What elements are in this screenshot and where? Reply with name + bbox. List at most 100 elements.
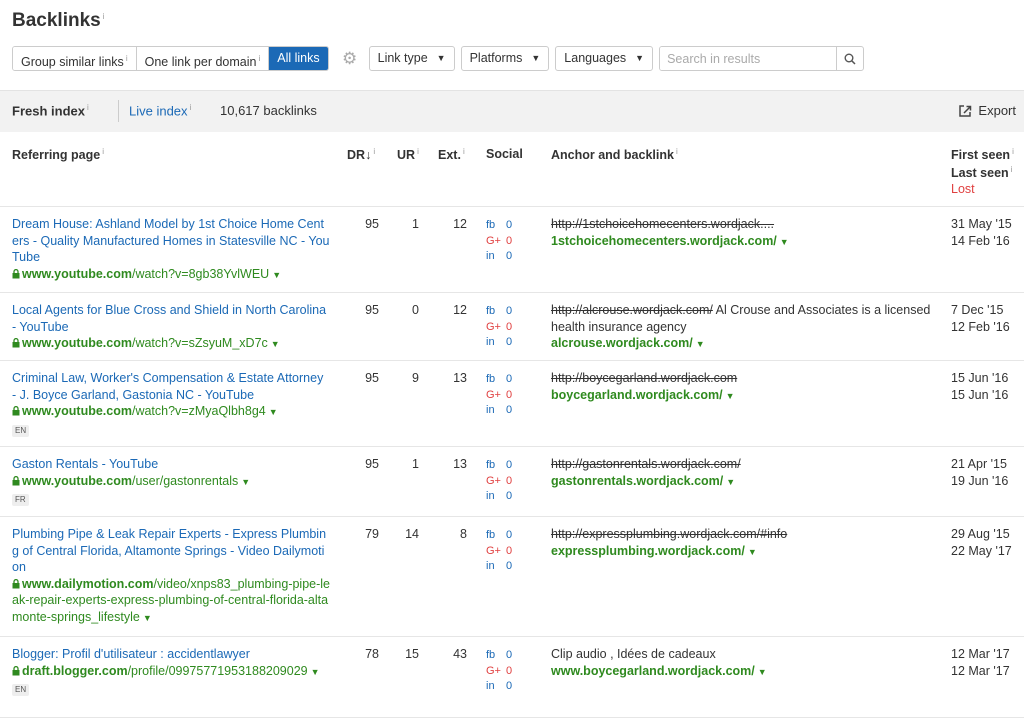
dates-cell: 21 Apr '15 19 Jun '16 [951,456,1008,489]
dr-value: 95 [365,303,379,317]
google-plus-shares: G+ 0 [486,474,513,487]
one-link-per-domain-button[interactable]: One link per domain i [136,47,270,70]
referring-page-title[interactable]: Blogger: Profil d'utilisateur : accident… [12,646,330,663]
chevron-down-icon[interactable]: ▼ [726,391,735,401]
chevron-down-icon[interactable]: ▼ [241,477,250,487]
dr-value: 95 [365,217,379,231]
facebook-shares: fb 0 [486,219,513,231]
lost-link-url[interactable]: http://boycegarland.wordjack.com [551,371,737,385]
social-cell: fb 0 G+ 0 in 0 [486,528,512,575]
lock-icon [12,665,20,675]
referring-page-url[interactable]: draft.blogger.com/profile/09975771953188… [12,663,330,681]
languages-dropdown[interactable]: Languages ▼ [555,46,654,71]
facebook-shares: fb 0 [486,459,513,471]
referring-page-title[interactable]: Dream House: Ashland Model by 1st Choice… [12,216,330,266]
referring-page-url[interactable]: www.youtube.com/user/gastonrentals ▼ [12,473,330,491]
ext-value: 8 [460,527,467,541]
info-icon[interactable]: i [103,12,105,21]
social-cell: fb 0 G+ 0 in 0 [486,304,512,351]
link-type-dropdown[interactable]: Link type ▼ [368,46,455,71]
table-row: Gaston Rentals - YouTube www.youtube.com/… [0,447,1024,517]
platforms-dropdown[interactable]: Platforms ▼ [460,46,550,71]
language-badge: EN [12,684,30,696]
table-row: Blogger: Profil d'utilisateur : accident… [0,637,1024,718]
ext-value: 13 [453,371,467,385]
chevron-down-icon[interactable]: ▼ [696,339,705,349]
backlink-url[interactable]: expressplumbing.wordjack.com/ [551,544,745,558]
backlink-url[interactable]: boycegarland.wordjack.com/ [551,388,723,402]
info-icon: i [675,147,678,156]
column-dr[interactable]: DR↓ i [347,147,375,162]
search-button[interactable] [836,47,863,70]
export-button[interactable]: Export [959,103,1016,118]
dr-value: 95 [365,371,379,385]
backlink-url[interactable]: alcrouse.wordjack.com/ [551,336,693,350]
chevron-down-icon[interactable]: ▼ [143,613,152,623]
url-path: /profile/09975771953188209029 [127,663,308,678]
first-seen-date: 12 Mar '17 [951,647,1010,661]
first-seen-date: 15 Jun '16 [951,371,1009,385]
chevron-down-icon[interactable]: ▼ [726,477,735,487]
chevron-down-icon[interactable]: ▼ [758,667,767,677]
referring-page-url[interactable]: www.youtube.com/watch?v=sZsyuM_xD7c ▼ [12,335,330,353]
referring-page-title[interactable]: Gaston Rentals - YouTube [12,456,330,473]
chevron-down-icon[interactable]: ▼ [748,547,757,557]
ext-value: 12 [453,217,467,231]
backlink-url[interactable]: gastonrentals.wordjack.com/ [551,474,723,488]
ur-value: 1 [412,217,419,231]
backlink-url[interactable]: www.boycegarland.wordjack.com/ [551,664,755,678]
chevron-down-icon[interactable]: ▼ [269,407,278,417]
column-referring-page[interactable]: Referring page i [12,147,104,162]
google-plus-shares: G+ 0 [486,234,513,247]
backlink-url[interactable]: 1stchoicehomecenters.wordjack.com/ [551,234,777,248]
last-seen-date: 12 Feb '16 [951,319,1010,334]
google-plus-shares: G+ 0 [486,388,513,401]
table-row: Criminal Law, Worker's Compensation & Es… [0,361,1024,447]
lock-icon [12,475,20,485]
lost-link-url[interactable]: http://alcrouse.wordjack.com/ [551,303,713,317]
referring-page-title[interactable]: Criminal Law, Worker's Compensation & Es… [12,370,330,403]
url-domain: www.youtube.com [22,404,132,418]
chevron-down-icon: ▼ [531,53,541,63]
referring-page-title[interactable]: Plumbing Pipe & Leak Repair Experts - Ex… [12,526,330,576]
ur-value: 14 [405,527,419,541]
url-domain: draft.blogger.com [22,663,128,678]
referring-page-title[interactable]: Local Agents for Blue Cross and Shield i… [12,302,330,335]
referring-page-cell: Blogger: Profil d'utilisateur : accident… [12,646,330,697]
column-last-seen[interactable]: Last seen i [951,165,1012,180]
all-links-button[interactable]: All links [269,47,328,70]
referring-page-url[interactable]: www.dailymotion.com/video/xnps83_plumbin… [12,576,330,627]
table-row: Plumbing Pipe & Leak Repair Experts - Ex… [0,517,1024,637]
referring-page-url[interactable]: www.youtube.com/watch?v=8gb38YvlWEU ▼ [12,266,330,284]
lock-icon [12,338,20,348]
ur-value: 9 [412,371,419,385]
linkedin-shares: in 0 [486,404,513,416]
group-similar-links-button[interactable]: Group similar links i [13,47,137,70]
info-icon: i [373,147,376,156]
chevron-down-icon: ▼ [436,53,446,63]
chevron-down-icon[interactable]: ▼ [271,339,280,349]
column-lost[interactable]: Lost [951,182,975,196]
chevron-down-icon[interactable]: ▼ [780,237,789,247]
column-ext[interactable]: Ext. i [438,147,465,162]
info-icon: i [102,147,104,156]
column-first-seen[interactable]: First seen i [951,147,1014,162]
lost-link-url[interactable]: http://expressplumbing.wordjack.com/#inf… [551,527,787,541]
link-grouping-toggle: Group similar links i One link per domain… [12,46,329,71]
referring-page-url[interactable]: www.youtube.com/watch?v=zMyaQlbh8g4 ▼ [12,403,330,421]
chevron-down-icon[interactable]: ▼ [311,667,320,677]
column-ur[interactable]: UR i [397,147,419,162]
lost-link-url[interactable]: http://gastonrentals.wordjack.com/ [551,457,741,471]
linkedin-shares: in 0 [486,490,513,502]
last-seen-date: 19 Jun '16 [951,473,1009,488]
search-input[interactable] [660,47,837,70]
chevron-down-icon[interactable]: ▼ [272,270,281,280]
url-path: /watch?v=zMyaQlbh8g4 [131,404,266,418]
lock-icon [12,578,20,588]
anchor-text: Clip audio , Idées de cadeaux [551,647,716,661]
tab-fresh-index[interactable]: Fresh index i [12,103,89,118]
gear-icon[interactable]: ⚙ [337,46,363,71]
lost-link-url[interactable]: http://1stchoicehomecenters.wordjack.... [551,217,774,231]
page-title: Backlinks i [12,10,105,31]
tab-live-index[interactable]: Live index i [129,103,191,118]
